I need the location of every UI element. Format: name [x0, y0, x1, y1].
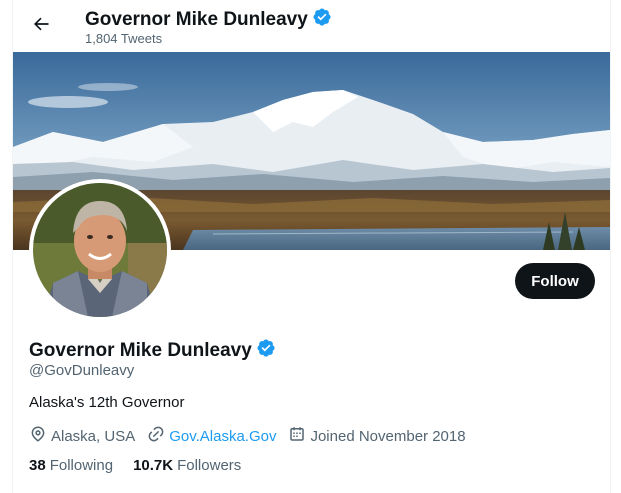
profile-avatar-frame[interactable] [29, 179, 171, 321]
link-icon [147, 425, 165, 447]
back-button[interactable] [25, 10, 57, 42]
avatar-photo [33, 183, 167, 317]
profile-joined: Joined November 2018 [288, 425, 466, 447]
calendar-icon [288, 425, 306, 447]
header-name: Governor Mike Dunleavy [85, 9, 308, 30]
profile-website: Gov.Alaska.Gov [147, 425, 276, 447]
location-text: Alaska, USA [51, 427, 136, 445]
follow-button[interactable]: Follow [515, 263, 595, 299]
profile-handle: @GovDunleavy [29, 362, 135, 379]
verified-badge-icon [312, 7, 332, 33]
following-label: Following [49, 457, 114, 474]
header-title: Governor Mike Dunleavy [85, 7, 332, 33]
followers-count: 10.7K [133, 457, 174, 474]
location-pin-icon [29, 425, 47, 447]
following-link[interactable]: 38 Following [29, 457, 113, 474]
profile-header-bar: Governor Mike Dunleavy 1,804 Tweets [13, 0, 610, 52]
follow-counts: 38 Following 10.7K Followers [29, 457, 261, 474]
following-count: 38 [29, 457, 46, 474]
website-link[interactable]: Gov.Alaska.Gov [169, 428, 276, 445]
joined-text: Joined November 2018 [310, 427, 466, 445]
profile-meta-row: Alaska, USA Gov.Alaska.Gov Joined Novemb… [29, 425, 478, 447]
profile-location: Alaska, USA [29, 425, 135, 447]
tweet-count: 1,804 Tweets [85, 31, 163, 46]
followers-link[interactable]: 10.7K Followers [133, 457, 241, 474]
verified-badge-icon [256, 338, 276, 364]
followers-label: Followers [177, 457, 242, 474]
avatar [33, 183, 167, 317]
arrow-left-icon [31, 14, 51, 39]
profile-name-row: Governor Mike Dunleavy [29, 338, 276, 364]
frame-divider-right [610, 0, 611, 493]
profile-name: Governor Mike Dunleavy [29, 340, 252, 361]
profile-bio: Alaska's 12th Governor [29, 394, 185, 411]
